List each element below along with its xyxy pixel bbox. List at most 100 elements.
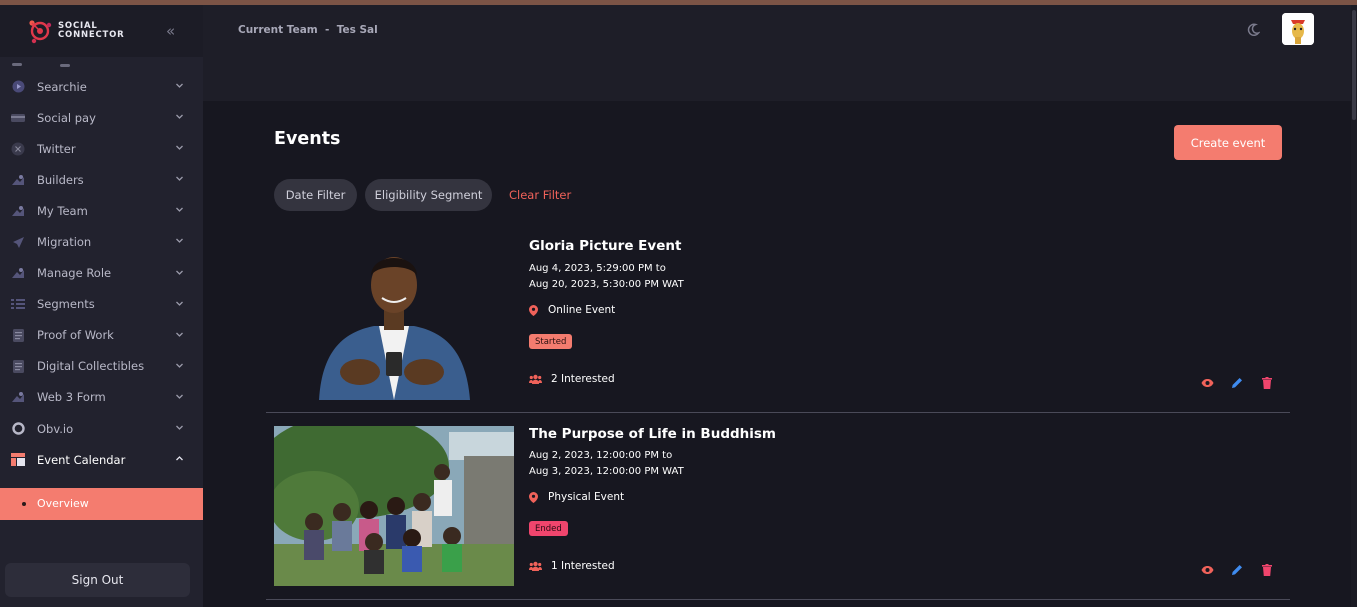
chevron-down-icon: [176, 207, 183, 213]
chevron-down-icon: [176, 394, 183, 399]
sidebar-item-label: Twitter: [37, 141, 76, 156]
scrollbar-thumb[interactable]: [1352, 10, 1356, 120]
tools-icon: [11, 174, 25, 186]
sidebar-item-digital-collectibles[interactable]: Digital Collectibles: [0, 351, 203, 382]
calendar-icon: [11, 453, 25, 467]
logo-line-2: CONNECTOR: [58, 30, 125, 40]
sidebar-item-label: Proof of Work: [37, 328, 114, 343]
moon-icon[interactable]: [1246, 23, 1260, 37]
event-actions: [1200, 376, 1274, 390]
users-icon: [529, 374, 542, 384]
status-badge: Started: [529, 334, 573, 349]
event-card: Gloria Picture Event Aug 4, 2023, 5:29:0…: [266, 225, 1290, 413]
event-card: The Purpose of Life in Buddhism Aug 2, 2…: [266, 412, 1290, 600]
event-interest: 2 Interested: [529, 373, 615, 385]
sidebar-item-builders[interactable]: Builders: [0, 164, 203, 195]
event-interest: 1 Interested: [529, 560, 615, 572]
event-location: Physical Event: [529, 491, 624, 503]
logo-icon: [28, 18, 52, 44]
location-pin-icon: [529, 304, 538, 316]
sidebar-item-label: Digital Collectibles: [37, 359, 145, 374]
current-team-label: Current Team - Tes Sal: [238, 24, 378, 36]
sidebar-item-migration[interactable]: Migration: [0, 226, 203, 257]
event-date-range: Aug 4, 2023, 5:29:00 PM to Aug 20, 2023,…: [529, 261, 684, 293]
partial-icon: [12, 63, 22, 66]
sidebar-item-label: Web 3 Form: [37, 390, 106, 405]
sidebar-item-social-pay[interactable]: Social pay: [0, 102, 203, 133]
sidebar-item-label: Migration: [37, 235, 92, 250]
event-actions: [1200, 563, 1274, 577]
tools-icon: [11, 391, 25, 403]
event-location-label: Online Event: [548, 304, 616, 316]
sign-out-button[interactable]: Sign Out: [5, 563, 190, 597]
date-filter-button[interactable]: Date Filter: [274, 179, 357, 211]
status-badge: Ended: [529, 521, 568, 536]
circle-icon: [11, 422, 25, 435]
main-content: Events Create event Date Filter Eligibil…: [203, 101, 1351, 607]
event-date-range: Aug 2, 2023, 12:00:00 PM to Aug 3, 2023,…: [529, 448, 684, 480]
chevron-down-icon: [176, 176, 183, 182]
event-title[interactable]: Gloria Picture Event: [529, 238, 681, 254]
chevron-down-icon: [176, 239, 183, 244]
event-date-to: Aug 3, 2023, 12:00:00 PM WAT: [529, 466, 684, 477]
sidebar-item-label: Manage Role: [37, 266, 112, 281]
event-image[interactable]: [274, 426, 514, 586]
event-title[interactable]: The Purpose of Life in Buddhism: [529, 426, 776, 442]
page-title: Events: [274, 129, 341, 149]
sidebar-item-obvio[interactable]: Obv.io: [0, 413, 203, 444]
clear-filter-link[interactable]: Clear Filter: [509, 188, 571, 202]
view-icon[interactable]: [1200, 563, 1214, 577]
edit-icon[interactable]: [1230, 563, 1244, 577]
sidebar-item-label: My Team: [37, 203, 88, 218]
users-icon: [529, 561, 542, 571]
location-pin-icon: [529, 491, 538, 503]
interested-count: 2 Interested: [551, 373, 615, 385]
edit-icon[interactable]: [1230, 376, 1244, 390]
interested-count: 1 Interested: [551, 560, 615, 572]
chevron-down-icon: [176, 425, 183, 430]
x-icon: [11, 142, 25, 156]
sidebar-subitem-label: Overview: [37, 497, 89, 510]
sidebar-item-proof-of-work[interactable]: Proof of Work: [0, 320, 203, 351]
sidebar-item-my-team[interactable]: My Team: [0, 195, 203, 226]
sidebar-item-searchie[interactable]: Searchie: [0, 71, 203, 102]
sidebar-item-twitter[interactable]: Twitter: [0, 133, 203, 164]
card-icon: [11, 112, 25, 124]
event-date-from: Aug 2, 2023, 12:00:00 PM to: [529, 450, 673, 461]
list-icon: [11, 298, 25, 310]
bullet-icon: [22, 502, 26, 506]
sidebar: SOCIAL CONNECTOR « Searchie Social pay T…: [0, 5, 203, 607]
chevron-down-icon: [176, 332, 183, 337]
event-date-to: Aug 20, 2023, 5:30:00 PM WAT: [529, 279, 684, 290]
collapse-sidebar-icon[interactable]: «: [166, 22, 175, 40]
sidebar-item-web3-form[interactable]: Web 3 Form: [0, 382, 203, 413]
chevron-up-icon: [176, 456, 183, 461]
sidebar-item-manage-role[interactable]: Manage Role: [0, 258, 203, 289]
view-icon[interactable]: [1200, 376, 1214, 390]
tools-icon: [11, 205, 25, 217]
header-strip: [203, 57, 1357, 101]
document-icon: [11, 328, 25, 342]
send-icon: [11, 236, 25, 248]
avatar[interactable]: [1282, 13, 1314, 45]
sidebar-item-event-calendar[interactable]: Event Calendar: [0, 444, 203, 475]
sidebar-header: SOCIAL CONNECTOR «: [0, 5, 203, 57]
event-image[interactable]: [274, 240, 514, 400]
chevron-down-icon: [176, 145, 183, 151]
chevron-down-icon: [176, 114, 183, 120]
sidebar-item-label: Searchie: [37, 79, 87, 94]
sidebar-item-label: Obv.io: [37, 421, 74, 436]
sidebar-item-segments[interactable]: Segments: [0, 289, 203, 320]
eligibility-segment-button[interactable]: Eligibility Segment: [365, 179, 492, 211]
delete-icon[interactable]: [1260, 563, 1274, 577]
sidebar-subitem-overview[interactable]: Overview: [0, 488, 203, 520]
sidebar-item-partial[interactable]: [0, 57, 203, 71]
partial-label: [60, 64, 70, 67]
create-event-button[interactable]: Create event: [1174, 125, 1282, 160]
delete-icon[interactable]: [1260, 376, 1274, 390]
sidebar-item-label: Social pay: [37, 110, 96, 125]
chevron-down-icon: [176, 363, 183, 368]
sidebar-menu: Searchie Social pay Twitter Builders My …: [0, 57, 203, 475]
chevron-down-icon: [176, 301, 183, 306]
sidebar-item-label: Event Calendar: [37, 452, 126, 467]
